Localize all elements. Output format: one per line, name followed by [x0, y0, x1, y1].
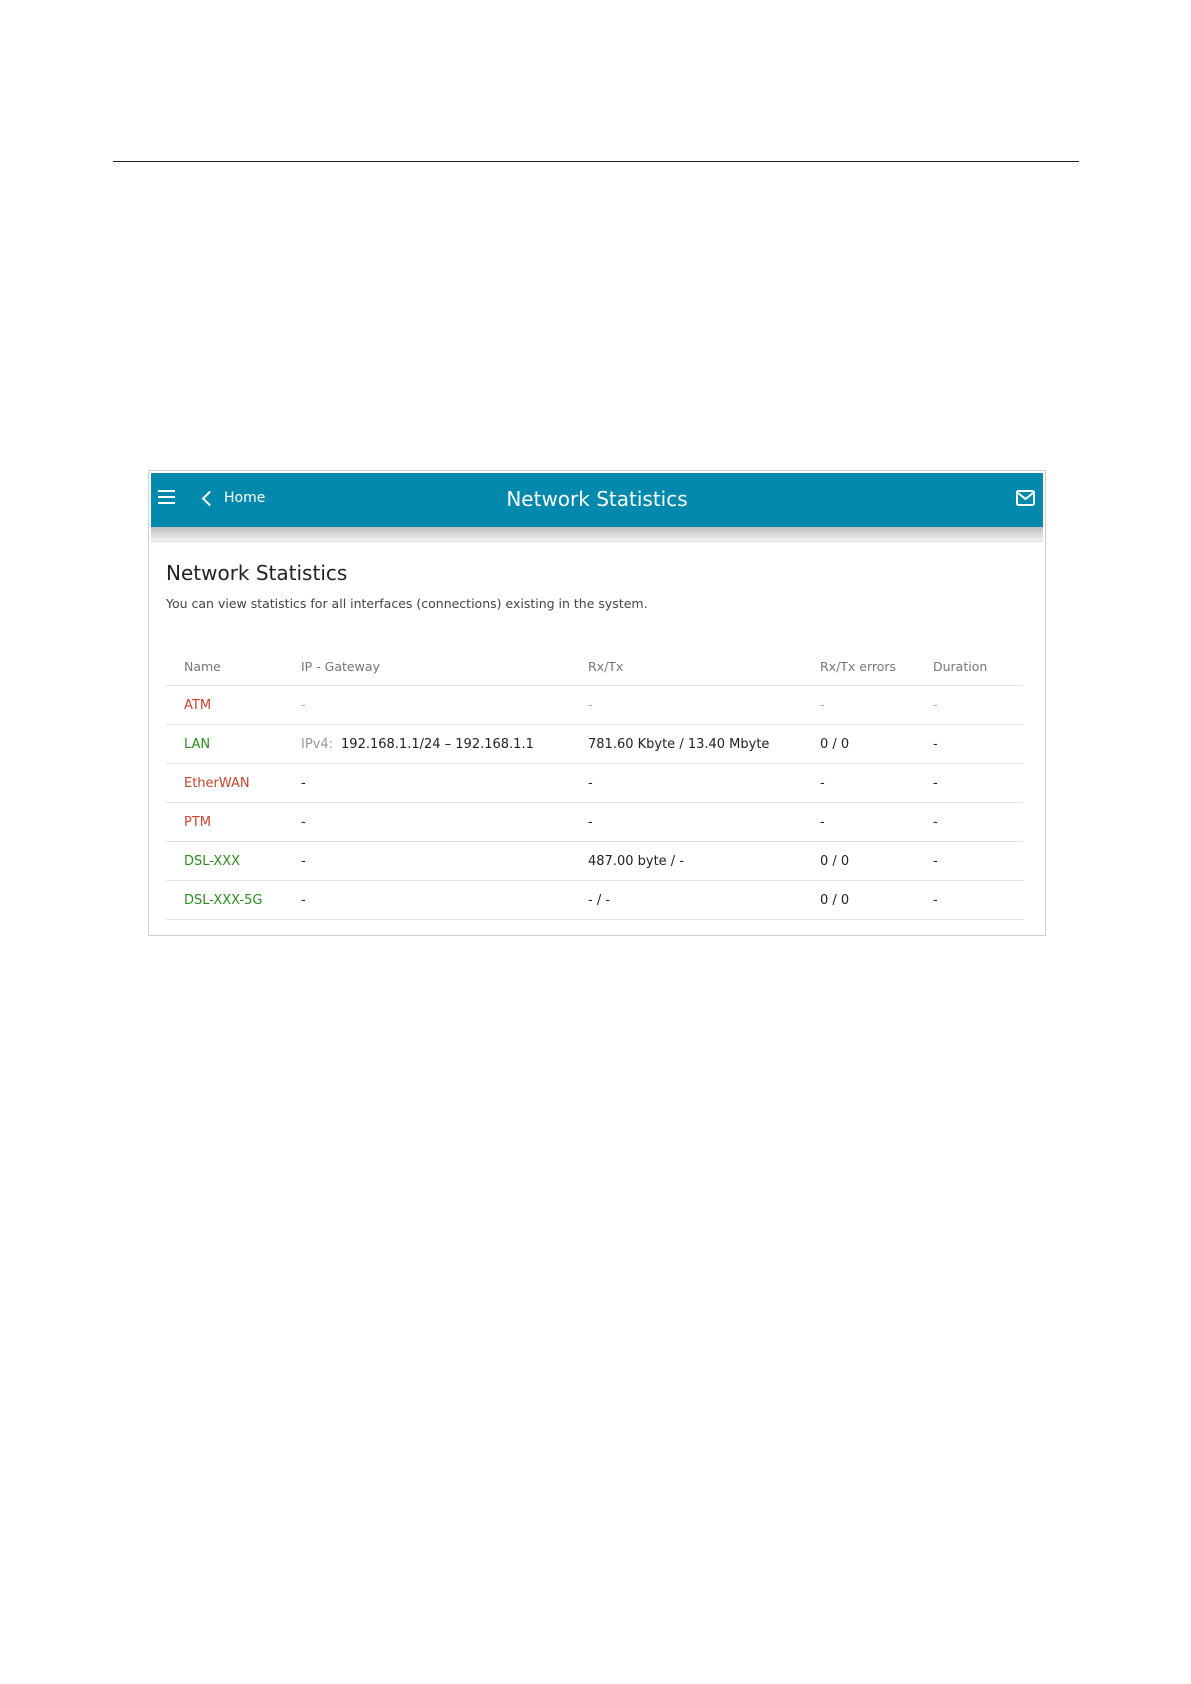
- table-row[interactable]: PTM - - - -: [166, 802, 1023, 842]
- top-bar-title: Network Statistics: [506, 487, 688, 511]
- back-link-label: Home: [224, 490, 266, 506]
- interface-name[interactable]: ATM: [166, 685, 301, 725]
- top-bar: Home Network Statistics: [151, 473, 1043, 527]
- rxtx-errors-value: 0 / 0: [820, 724, 933, 764]
- duration-value: -: [933, 724, 1023, 764]
- interface-name[interactable]: PTM: [166, 802, 301, 842]
- ip-gateway-value: -: [301, 763, 588, 803]
- rxtx-value: - / -: [588, 880, 820, 920]
- rxtx-value: -: [588, 763, 820, 803]
- column-header-rxtx-errors[interactable]: Rx/Tx errors: [820, 648, 933, 686]
- ip-gateway-value: -: [301, 880, 588, 920]
- mail-icon[interactable]: [1016, 489, 1035, 507]
- duration-value: -: [933, 841, 1023, 881]
- duration-value: -: [933, 880, 1023, 920]
- chevron-left-icon: [201, 490, 218, 506]
- rxtx-value: 487.00 byte / -: [588, 841, 820, 881]
- table-row[interactable]: ATM - - - -: [166, 685, 1023, 725]
- top-bar-shadow: [151, 527, 1043, 542]
- rxtx-errors-value: 0 / 0: [820, 841, 933, 881]
- column-header-rxtx[interactable]: Rx/Tx: [588, 648, 820, 686]
- duration-value: -: [933, 685, 1023, 725]
- interface-name[interactable]: LAN: [166, 724, 301, 764]
- statistics-table: Name IP - Gateway Rx/Tx Rx/Tx errors Dur…: [166, 648, 1023, 920]
- rxtx-errors-value: -: [820, 685, 933, 725]
- page-divider: [113, 161, 1079, 162]
- rxtx-errors-value: 0 / 0: [820, 880, 933, 920]
- column-header-ip-gateway[interactable]: IP - Gateway: [301, 648, 588, 686]
- ip-gateway-value: 192.168.1.1/24 – 192.168.1.1: [341, 736, 534, 752]
- page-description: You can view statistics for all interfac…: [166, 596, 648, 611]
- table-row[interactable]: DSL-XXX - 487.00 byte / - 0 / 0 -: [166, 841, 1023, 881]
- page-title: Network Statistics: [166, 561, 348, 585]
- ip-gateway-value: -: [301, 841, 588, 881]
- ip-version-label: IPv4:: [301, 736, 334, 752]
- table-row[interactable]: DSL-XXX-5G - - / - 0 / 0 -: [166, 880, 1023, 920]
- ip-gateway-value: -: [301, 802, 588, 842]
- rxtx-errors-value: -: [820, 763, 933, 803]
- back-home-link[interactable]: Home: [201, 487, 265, 509]
- table-row[interactable]: LAN IPv4: 192.168.1.1/24 – 192.168.1.1 78…: [166, 724, 1023, 764]
- ip-gateway-value: -: [301, 685, 588, 725]
- rxtx-value: 781.60 Kbyte / 13.40 Mbyte: [588, 724, 820, 764]
- rxtx-errors-value: -: [820, 802, 933, 842]
- interface-name[interactable]: EtherWAN: [166, 763, 301, 803]
- column-header-duration[interactable]: Duration: [933, 648, 1023, 686]
- hamburger-menu-icon[interactable]: [158, 488, 176, 506]
- interface-name[interactable]: DSL-XXX: [166, 841, 301, 881]
- interface-name[interactable]: DSL-XXX-5G: [166, 880, 301, 920]
- rxtx-value: -: [588, 685, 820, 725]
- duration-value: -: [933, 802, 1023, 842]
- router-ui-window: Home Network Statistics Network Statisti…: [148, 470, 1046, 936]
- ip-gateway-cell: IPv4: 192.168.1.1/24 – 192.168.1.1: [301, 724, 588, 764]
- column-header-name[interactable]: Name: [166, 648, 301, 686]
- duration-value: -: [933, 763, 1023, 803]
- rxtx-value: -: [588, 802, 820, 842]
- table-row[interactable]: EtherWAN - - - -: [166, 763, 1023, 803]
- table-header-row: Name IP - Gateway Rx/Tx Rx/Tx errors Dur…: [166, 648, 1023, 686]
